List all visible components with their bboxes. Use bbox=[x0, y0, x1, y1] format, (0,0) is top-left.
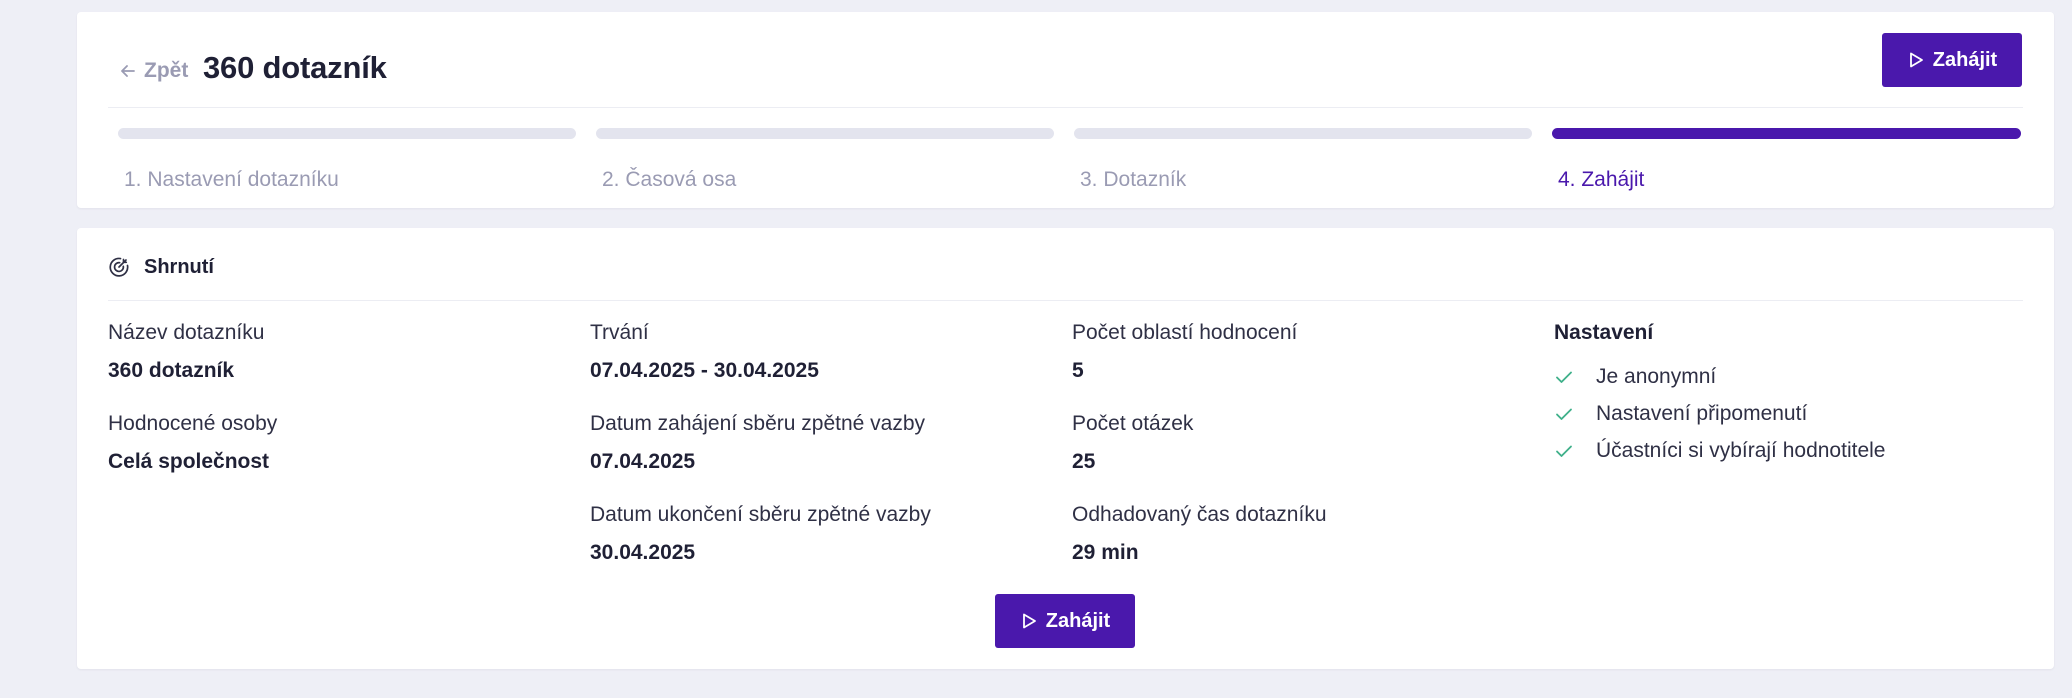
field-survey-name: Název dotazníku 360 dotazník bbox=[108, 320, 277, 411]
check-icon bbox=[1556, 371, 1572, 383]
field-value: 29 min bbox=[1072, 541, 1139, 564]
summary-column-settings: Nastavení Je anonymní Nastavení připomen… bbox=[1554, 320, 1885, 469]
step-progress-bar bbox=[1552, 128, 2021, 139]
start-button-label: Zahájit bbox=[1045, 609, 1111, 632]
field-question-count: Počet otázek 25 bbox=[1072, 411, 1327, 502]
back-link[interactable]: Zpět bbox=[118, 58, 188, 84]
field-value: Celá společnost bbox=[108, 450, 270, 473]
divider bbox=[108, 107, 2023, 108]
settings-item: Účastníci si vybírají hodnotitele bbox=[1554, 432, 1885, 469]
page-title: 360 dotazník bbox=[203, 50, 387, 85]
field-value: 07.04.2025 - 30.04.2025 bbox=[590, 359, 819, 382]
step-settings[interactable]: 1. Nastavení dotazníku bbox=[118, 128, 576, 191]
field-estimated-time: Odhadovaný čas dotazníku 29 min bbox=[1072, 502, 1327, 593]
summary-title: Shrnutí bbox=[144, 255, 214, 278]
field-start-date: Datum zahájení sběru zpětné vazby 07.04.… bbox=[590, 411, 931, 502]
summary-card: Shrnutí Název dotazníku 360 dotazník Hod… bbox=[77, 228, 2054, 669]
back-label: Zpět bbox=[144, 59, 189, 82]
field-value: 07.04.2025 bbox=[590, 450, 696, 473]
step-label: 1. Nastavení dotazníku bbox=[124, 168, 339, 191]
settings-item: Nastavení připomenutí bbox=[1554, 395, 1885, 432]
step-label: 4. Zahájit bbox=[1558, 168, 1645, 191]
play-icon bbox=[1022, 613, 1036, 629]
field-duration: Trvání 07.04.2025 - 30.04.2025 bbox=[590, 320, 931, 411]
summary-column-dates: Trvání 07.04.2025 - 30.04.2025 Datum zah… bbox=[590, 320, 931, 593]
field-value: 25 bbox=[1072, 450, 1096, 473]
summary-column-counts: Počet oblastí hodnocení 5 Počet otázek 2… bbox=[1072, 320, 1327, 593]
field-label: Počet otázek bbox=[1072, 412, 1194, 435]
step-label: 2. Časová osa bbox=[602, 168, 737, 191]
field-label: Počet oblastí hodnocení bbox=[1072, 321, 1298, 344]
step-launch[interactable]: 4. Zahájit bbox=[1552, 128, 2021, 191]
summary-header: Shrnutí bbox=[108, 252, 214, 282]
field-label: Datum zahájení sběru zpětné vazby bbox=[590, 412, 926, 435]
step-progress-bar bbox=[1074, 128, 1532, 139]
header-card: Zpět 360 dotazník Zahájit 1. Nastavení d… bbox=[77, 12, 2054, 208]
settings-item-label: Nastavení připomenutí bbox=[1596, 401, 1808, 425]
start-button-top[interactable]: Zahájit bbox=[1882, 33, 2022, 87]
field-value: 5 bbox=[1072, 359, 1084, 382]
check-icon bbox=[1556, 445, 1572, 457]
start-button-bottom[interactable]: Zahájit bbox=[995, 594, 1135, 648]
start-button-label: Zahájit bbox=[1932, 48, 1998, 71]
divider bbox=[108, 300, 2023, 301]
field-end-date: Datum ukončení sběru zpětné vazby 30.04.… bbox=[590, 502, 931, 593]
field-value: 30.04.2025 bbox=[590, 541, 696, 564]
step-progress-bar bbox=[118, 128, 576, 139]
step-questionnaire[interactable]: 3. Dotazník bbox=[1074, 128, 1532, 191]
field-label: Datum ukončení sběru zpětné vazby bbox=[590, 503, 931, 526]
arrow-left-icon bbox=[121, 65, 135, 77]
step-label: 3. Dotazník bbox=[1080, 168, 1187, 191]
field-rated-persons: Hodnocené osoby Celá společnost bbox=[108, 411, 277, 502]
play-icon bbox=[1909, 52, 1923, 68]
settings-title: Nastavení bbox=[1554, 321, 1654, 344]
field-label: Název dotazníku bbox=[108, 321, 265, 344]
field-value: 360 dotazník bbox=[108, 359, 235, 382]
field-label: Hodnocené osoby bbox=[108, 412, 278, 435]
step-progress-bar bbox=[596, 128, 1054, 139]
summary-column-basic: Název dotazníku 360 dotazník Hodnocené o… bbox=[108, 320, 277, 502]
settings-item-label: Je anonymní bbox=[1596, 364, 1717, 388]
step-timeline[interactable]: 2. Časová osa bbox=[596, 128, 1054, 191]
field-label: Trvání bbox=[590, 321, 649, 344]
stepper: 1. Nastavení dotazníku 2. Časová osa 3. … bbox=[118, 128, 2021, 191]
field-label: Odhadovaný čas dotazníku bbox=[1072, 503, 1327, 526]
field-area-count: Počet oblastí hodnocení 5 bbox=[1072, 320, 1327, 411]
target-icon bbox=[109, 257, 129, 277]
settings-item: Je anonymní bbox=[1554, 358, 1885, 395]
settings-item-label: Účastníci si vybírají hodnotitele bbox=[1596, 438, 1886, 462]
check-icon bbox=[1556, 408, 1572, 420]
